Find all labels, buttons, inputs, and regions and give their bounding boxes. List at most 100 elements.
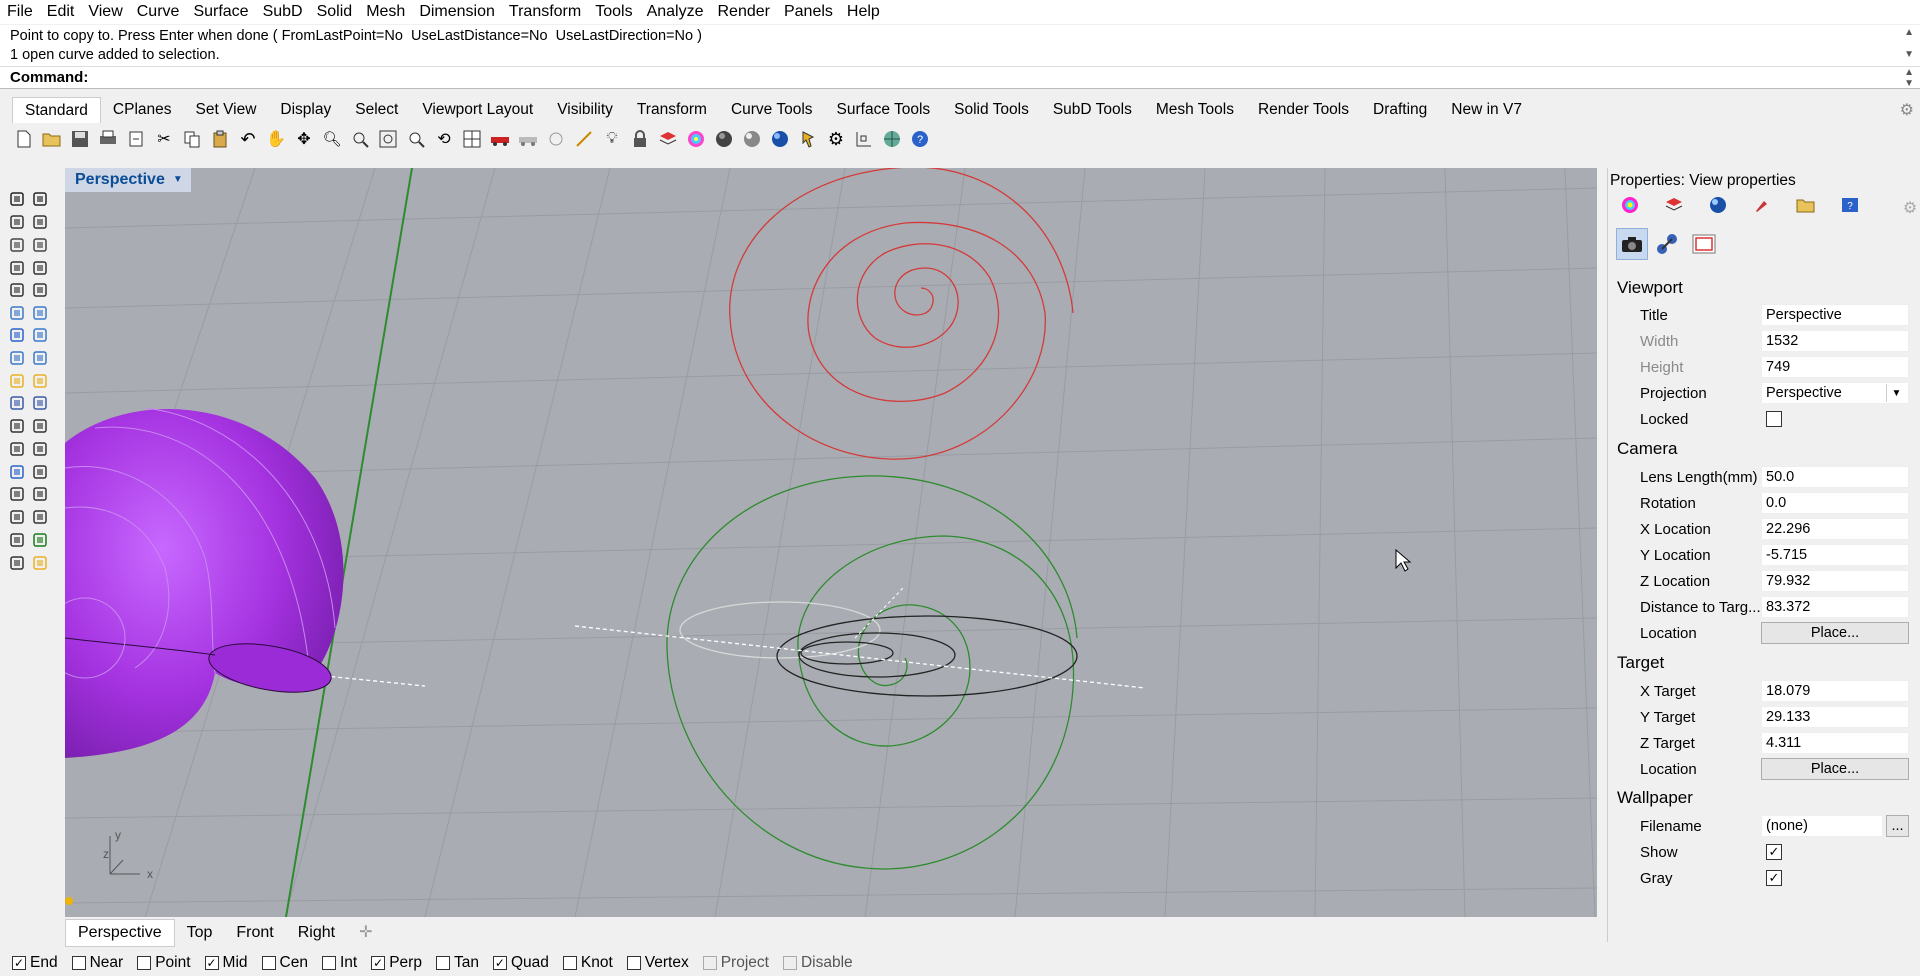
group-icon[interactable] <box>29 506 51 528</box>
osnap-checkbox[interactable] <box>137 956 152 970</box>
rotate-view-icon[interactable]: ✥ <box>292 127 316 151</box>
projection-select[interactable]: Perspective ▼ <box>1761 382 1909 404</box>
browse-button[interactable]: ... <box>1886 815 1909 837</box>
fillet-curve-icon[interactable] <box>29 279 51 301</box>
x-target-field[interactable]: 18.079 <box>1761 680 1909 702</box>
dimension-icon[interactable] <box>852 127 876 151</box>
osnap-mid[interactable]: ✓ Mid <box>204 954 248 972</box>
boolean-union-icon[interactable] <box>6 415 28 437</box>
lock-icon[interactable] <box>628 127 652 151</box>
viewport-frame-icon[interactable] <box>1690 230 1718 258</box>
cylinder-icon[interactable] <box>6 347 28 369</box>
print-icon[interactable] <box>96 127 120 151</box>
chevron-down-icon[interactable]: ▼ <box>1886 384 1906 402</box>
arc-icon[interactable] <box>6 279 28 301</box>
rotation-field[interactable]: 0.0 <box>1761 492 1909 514</box>
ghosted-car-icon[interactable] <box>516 127 540 151</box>
osnap-quad[interactable]: ✓ Quad <box>492 954 549 972</box>
gear-icon[interactable]: ⚙ <box>1900 100 1914 120</box>
wireframe-sphere-icon[interactable] <box>712 127 736 151</box>
osnap-checkbox[interactable] <box>435 956 450 970</box>
plane-icon[interactable] <box>29 347 51 369</box>
zoom-selected-icon[interactable] <box>404 127 428 151</box>
paste-icon[interactable] <box>208 127 232 151</box>
viewport-tab-front[interactable]: Front <box>224 920 285 946</box>
circle-icon[interactable] <box>6 234 28 256</box>
gumball-icon[interactable] <box>6 370 28 392</box>
curve-icon[interactable] <box>29 211 51 233</box>
sphere-icon[interactable] <box>29 324 51 346</box>
osnap-checkbox[interactable] <box>71 956 86 970</box>
rendered-sphere-icon[interactable] <box>768 127 792 151</box>
osnap-checkbox[interactable] <box>562 956 577 970</box>
menu-solid[interactable]: Solid <box>310 0 360 24</box>
tab-visibility[interactable]: Visibility <box>545 97 625 123</box>
distance-to-target-field[interactable]: 83.372 <box>1761 596 1909 618</box>
show-checkbox[interactable]: ✓ <box>1766 844 1782 860</box>
menu-transform[interactable]: Transform <box>502 0 588 24</box>
locked-checkbox[interactable] <box>1766 411 1782 427</box>
menu-edit[interactable]: Edit <box>40 0 82 24</box>
osnap-near[interactable]: Near <box>71 954 123 972</box>
tab-render-tools[interactable]: Render Tools <box>1246 97 1361 123</box>
options-gear-icon[interactable]: ⚙ <box>824 127 848 151</box>
snap-icon[interactable] <box>572 127 596 151</box>
tab-viewport-layout[interactable]: Viewport Layout <box>410 97 545 123</box>
osnap-int[interactable]: Int <box>321 954 357 972</box>
globe-icon[interactable] <box>880 127 904 151</box>
osnap-checkbox[interactable]: ✓ <box>204 956 219 970</box>
mesh-icon[interactable] <box>29 415 51 437</box>
grid-array-icon[interactable] <box>6 506 28 528</box>
select-arrow-icon[interactable] <box>6 188 28 210</box>
viewport-tab-top[interactable]: Top <box>175 920 225 946</box>
rectangle-icon[interactable] <box>29 257 51 279</box>
tab-new-in-v7[interactable]: New in V7 <box>1439 97 1534 123</box>
menu-subd[interactable]: SubD <box>256 0 310 24</box>
viewport-title[interactable]: Perspective ▼ <box>65 168 191 192</box>
help-icon[interactable]: ? <box>908 127 932 151</box>
tab-set-view[interactable]: Set View <box>184 97 269 123</box>
menu-analyze[interactable]: Analyze <box>640 0 711 24</box>
add-viewport-icon[interactable]: ✛ <box>347 920 384 946</box>
color-wheel-icon[interactable] <box>684 127 708 151</box>
menu-render[interactable]: Render <box>711 0 777 24</box>
color-icon[interactable] <box>1618 193 1642 217</box>
select-icon[interactable] <box>544 127 568 151</box>
osnap-knot[interactable]: Knot <box>562 954 613 972</box>
light-bulb-icon[interactable]: 💡︎ <box>600 127 624 151</box>
analyze-icon[interactable] <box>6 529 28 551</box>
tab-cplanes[interactable]: CPlanes <box>101 97 184 123</box>
shaded-sphere-icon[interactable] <box>740 127 764 151</box>
settings-gear-icon[interactable]: ⚙ <box>1898 196 1920 220</box>
render-icon[interactable] <box>6 552 28 574</box>
perspective-viewport[interactable]: y x z <box>65 168 1597 917</box>
osnap-cen[interactable]: Cen <box>261 954 308 972</box>
command-spinner-icon[interactable]: ▲ ▼ <box>1904 67 1914 89</box>
osnap-checkbox[interactable]: ✓ <box>492 956 507 970</box>
osnap-checkbox[interactable] <box>702 956 717 970</box>
height-field[interactable]: 749 <box>1761 356 1909 378</box>
dropdown-arrow-icon[interactable]: ▼ <box>173 168 183 192</box>
osnap-checkbox[interactable] <box>626 956 641 970</box>
camera-place-button[interactable]: Place... <box>1761 622 1909 644</box>
tab-select[interactable]: Select <box>343 97 410 123</box>
z-target-field[interactable]: 4.311 <box>1761 732 1909 754</box>
help-panel-icon[interactable]: ? <box>1838 193 1862 217</box>
explode-icon[interactable] <box>29 370 51 392</box>
tab-transform[interactable]: Transform <box>625 97 719 123</box>
ellipse-icon[interactable] <box>29 234 51 256</box>
camera-icon[interactable] <box>1616 228 1648 260</box>
osnap-checkbox[interactable] <box>321 956 336 970</box>
y-location-field[interactable]: -5.715 <box>1761 544 1909 566</box>
menu-tools[interactable]: Tools <box>588 0 639 24</box>
tab-solid-tools[interactable]: Solid Tools <box>942 97 1041 123</box>
filename-field[interactable]: (none) <box>1761 815 1883 837</box>
import-icon[interactable] <box>124 127 148 151</box>
osnap-project[interactable]: Project <box>702 954 769 972</box>
tab-display[interactable]: Display <box>268 97 343 123</box>
array-icon[interactable] <box>6 483 28 505</box>
new-file-icon[interactable] <box>12 127 36 151</box>
polygon-icon[interactable] <box>6 257 28 279</box>
split-icon[interactable] <box>29 392 51 414</box>
lens-length-field[interactable]: 50.0 <box>1761 466 1909 488</box>
